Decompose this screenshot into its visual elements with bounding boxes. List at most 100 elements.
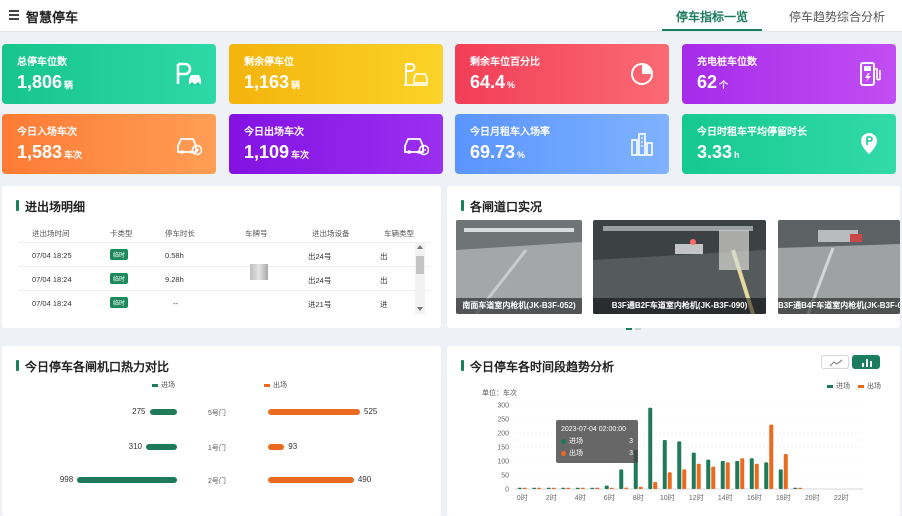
carousel-dots[interactable] [626,317,644,335]
app-title: 智慧停车 [26,10,79,25]
entry-bar[interactable] [648,407,653,489]
row-vehicle-type: 出 [380,276,388,285]
exit-bar[interactable] [653,482,658,489]
legend-swatch [152,383,158,387]
col-header: 车牌号 [245,229,268,238]
exit-bar[interactable] [711,466,716,489]
records-table: 进出场时间 卡类型 停车时长 车牌号 进出场设备 车辆类型 07/04 18:2… [18,226,430,314]
card-total-spaces: 总停车位数 1,806 辆 [2,44,216,104]
entry-bar[interactable] [546,487,551,489]
exit-bar[interactable] [595,487,600,489]
entry-bar[interactable] [764,462,769,489]
y-tick-label: 0 [505,487,509,494]
camera-feed[interactable]: 南面车道室内枪机(JK-B3F-052) [456,220,582,314]
table-header: 进出场时间 卡类型 停车时长 车牌号 进出场设备 车辆类型 [18,226,430,242]
x-tick-label: 8时 [633,493,644,502]
parking-slot-icon [404,63,428,86]
x-tick-label: 12时 [689,493,704,502]
gate-in-bar[interactable] [77,477,177,483]
camera-label: 南面车道室内枪机(JK-B3F-052) [456,298,582,314]
table-scrollbar[interactable] [415,242,425,314]
tab-parking-overview[interactable]: 停车指标一览 [676,8,748,25]
tooltip-swatch [561,450,566,456]
gate-out-bar[interactable] [268,444,285,450]
y-tick-label: 200 [497,431,509,438]
exit-bar[interactable] [682,469,687,489]
entry-bar[interactable] [691,452,696,489]
gate-out-value: 525 [364,407,378,416]
col-header: 停车时长 [165,229,195,238]
gate-out-value: 93 [288,442,298,451]
scroll-down-icon[interactable] [417,307,423,311]
table-row[interactable]: 07/04 18:24 临时 9.28h 出24号 出 [18,266,430,290]
entry-bar[interactable] [793,487,798,489]
tab-parking-trend[interactable]: 停车趋势综合分析 [789,8,885,25]
exit-bar[interactable] [798,487,803,489]
x-tick-label: 16时 [747,493,762,502]
exit-bar[interactable] [725,462,730,489]
table-row[interactable]: 07/04 18:24 临时 -- 进21号 进 [18,290,430,314]
exit-bar[interactable] [580,487,585,489]
parking-p-icon [176,62,201,86]
row-time: 07/04 18:24 [32,275,72,284]
gate-out-bar[interactable] [268,409,360,415]
gate-out-bar[interactable] [268,477,354,483]
row-card-type: 临时 [110,249,129,260]
camera-label: B3F通B2F车道室内枪机(JK-B3F-090) [593,298,766,314]
tooltip-in: 进场 3 [561,436,633,448]
exit-bar[interactable] [537,487,542,489]
exit-bar[interactable] [783,454,788,489]
entry-bar[interactable] [619,469,624,489]
entry-bar[interactable] [575,487,580,489]
entry-bar[interactable] [749,458,754,489]
scroll-up-icon[interactable] [417,245,423,249]
gate-out-value: 490 [357,475,372,484]
entry-bar[interactable] [706,459,711,489]
gate-name: 5号门 [208,410,226,417]
entry-bar[interactable] [590,487,595,489]
tooltip-out: 出场 3 [561,448,633,460]
exit-bar[interactable] [522,487,527,489]
legend-entry: 出场 [264,380,287,390]
exit-bar[interactable] [769,424,774,489]
row-duration: 9.28h [165,275,184,284]
row-vehicle-type: 进 [380,300,388,309]
entry-bar[interactable] [604,485,609,489]
camera-feed[interactable]: B3F通B4F车道室内枪机(JK-B3F-0 [778,220,900,314]
entry-bar[interactable] [677,441,682,489]
camera-feed[interactable]: B3F通B2F车道室内枪机(JK-B3F-090) [593,220,766,314]
exit-bar[interactable] [696,463,701,489]
row-device: 进21号 [308,300,332,309]
tooltip-time: 2023-07-04 02:00:00 [561,426,626,433]
row-device: 出24号 [308,252,332,261]
plate-redaction [250,264,268,280]
exit-bar[interactable] [609,487,614,489]
top-bar: 智慧停车 停车指标一览 停车趋势综合分析 [0,0,902,32]
entry-bar[interactable] [517,487,522,489]
gate-name: 1号门 [208,445,226,452]
card-type-badge: 临时 [110,249,129,260]
exit-bar[interactable] [754,463,759,489]
exit-bar[interactable] [667,472,672,489]
gate-in-bar[interactable] [149,409,177,415]
table-row[interactable]: 07/04 18:25 临时 0.58h 出24号 出 [18,242,430,266]
exit-bar[interactable] [551,487,556,489]
entry-bar[interactable] [561,487,566,489]
scrollbar-thumb[interactable] [416,256,424,274]
entry-bar[interactable] [532,487,537,489]
entry-bar[interactable] [720,461,725,489]
exit-bar[interactable] [638,486,643,489]
exit-bar[interactable] [740,458,745,489]
x-tick-label: 10时 [660,493,675,502]
gate-in-value: 275 [132,407,146,416]
entry-bar[interactable] [735,461,740,489]
entry-bar[interactable] [662,440,667,489]
gate-in-bar[interactable] [146,444,177,450]
menu-icon[interactable] [9,10,19,20]
entry-bar[interactable] [778,469,783,489]
card-value: 69.73% [470,142,526,162]
row-time: 07/04 18:24 [32,299,72,308]
exit-bar[interactable] [566,487,571,489]
records-panel: 进出场明细 进出场时间 卡类型 停车时长 车牌号 进出场设备 车辆类型 07/0… [2,186,441,328]
exit-bar[interactable] [624,487,629,489]
